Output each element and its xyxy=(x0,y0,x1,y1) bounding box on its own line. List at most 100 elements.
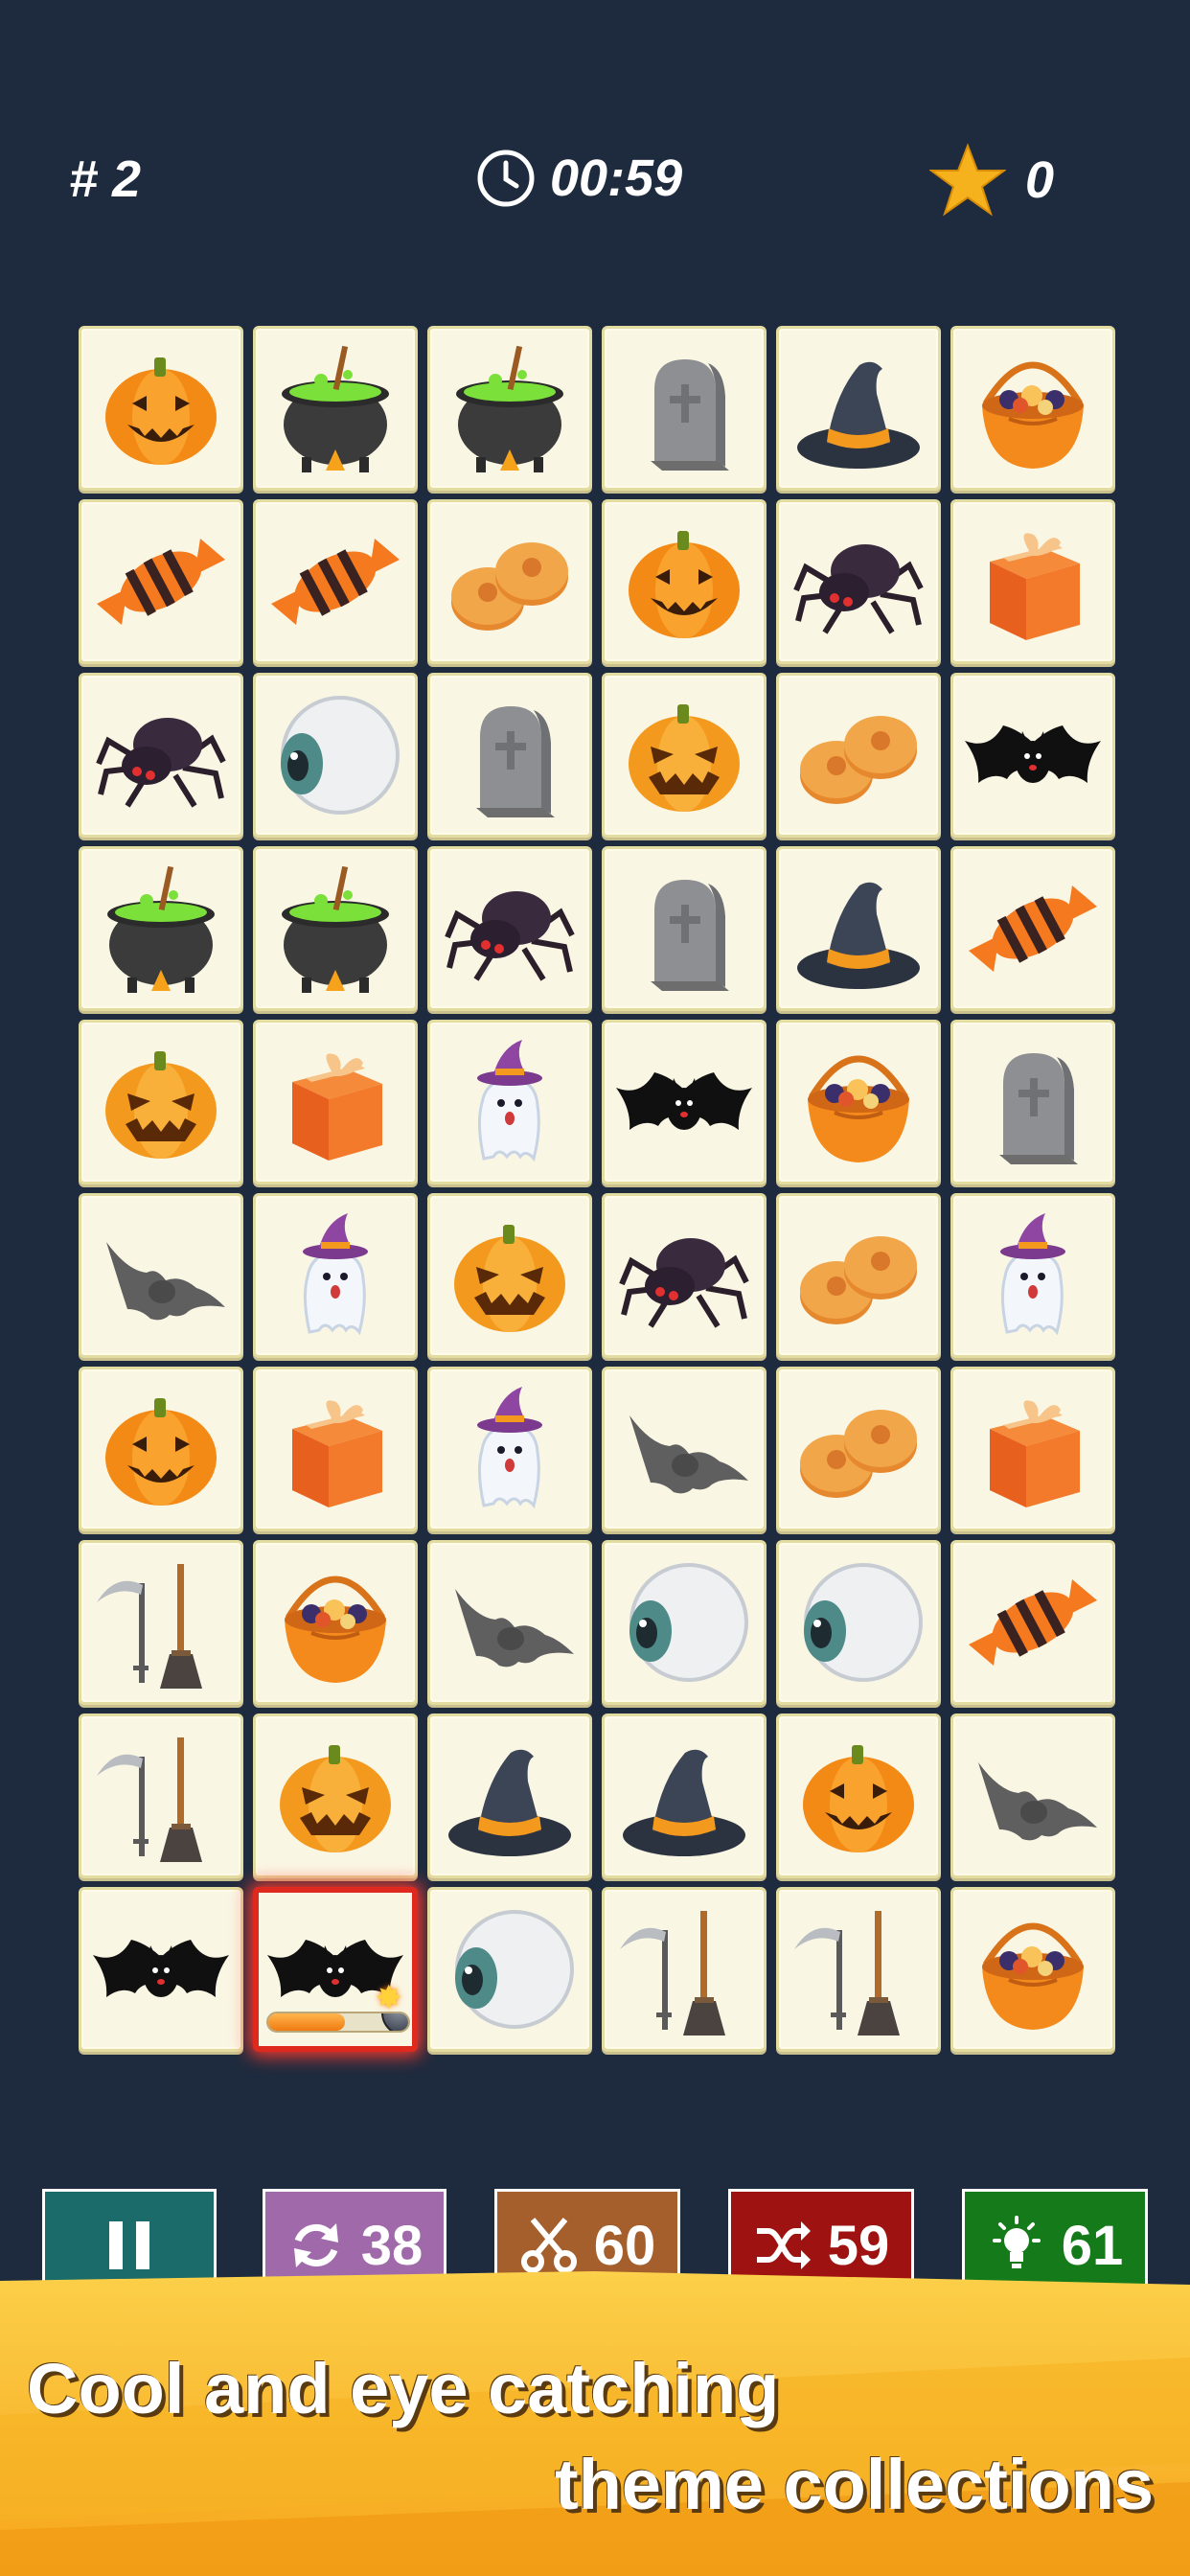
tile-scythe-broom[interactable] xyxy=(776,1887,941,2052)
ghost-icon xyxy=(477,1387,542,1509)
score: 0 xyxy=(929,142,1054,218)
cookies-icon xyxy=(451,542,568,631)
tile-cauldron[interactable] xyxy=(253,846,418,1011)
score-value: 0 xyxy=(1025,151,1055,209)
lightbulb-icon xyxy=(992,2216,1041,2268)
tile-witch-hat[interactable] xyxy=(776,326,941,491)
tile-pumpkin[interactable] xyxy=(79,326,243,491)
tile-spider[interactable] xyxy=(427,846,592,1011)
tile-bat-black[interactable]: ✸ xyxy=(253,1887,418,2052)
tile-spider[interactable] xyxy=(602,1193,767,1358)
tile-bat-gray[interactable] xyxy=(602,1367,767,1531)
witch-hat-icon xyxy=(623,1749,745,1856)
tile-gift-box[interactable] xyxy=(950,499,1115,664)
tile-tombstone[interactable] xyxy=(602,326,767,491)
candy-icon xyxy=(969,886,1097,972)
tile-candy-basket[interactable] xyxy=(253,1540,418,1705)
shuffle-count: 59 xyxy=(827,2214,890,2277)
candy-icon xyxy=(97,539,225,625)
tile-pumpkin[interactable] xyxy=(79,1367,243,1531)
tile-board: ✸ xyxy=(79,326,1115,2052)
tile-bat-black[interactable] xyxy=(79,1887,243,2052)
candy-basket-icon xyxy=(808,1055,909,1162)
tile-pumpkin-scary[interactable] xyxy=(427,1193,592,1358)
clock-icon xyxy=(477,150,535,207)
cauldron-icon xyxy=(107,865,215,993)
gift-box-icon xyxy=(990,533,1080,640)
tile-bat-gray[interactable] xyxy=(79,1193,243,1358)
tile-cookies[interactable] xyxy=(776,673,941,838)
tile-tombstone[interactable] xyxy=(602,846,767,1011)
cauldron-icon xyxy=(282,345,389,472)
tile-cookies[interactable] xyxy=(776,1367,941,1531)
tile-candy-basket[interactable] xyxy=(776,1020,941,1184)
scissors-count: 60 xyxy=(593,2214,656,2277)
pumpkin-icon xyxy=(629,531,740,638)
tile-tombstone[interactable] xyxy=(427,673,592,838)
tile-spider[interactable] xyxy=(79,673,243,838)
tile-scythe-broom[interactable] xyxy=(602,1887,767,2052)
tile-bat-black[interactable] xyxy=(602,1020,767,1184)
tile-eyeball[interactable] xyxy=(427,1887,592,2052)
tile-ghost[interactable] xyxy=(253,1193,418,1358)
tile-spider[interactable] xyxy=(776,499,941,664)
tile-witch-hat[interactable] xyxy=(776,846,941,1011)
tile-cauldron[interactable] xyxy=(427,326,592,491)
tile-ghost[interactable] xyxy=(427,1367,592,1531)
tile-bat-gray[interactable] xyxy=(427,1540,592,1705)
tile-gift-box[interactable] xyxy=(253,1020,418,1184)
tile-scythe-broom[interactable] xyxy=(79,1714,243,1878)
spider-icon xyxy=(793,544,924,634)
tile-eyeball[interactable] xyxy=(776,1540,941,1705)
gift-box-icon xyxy=(292,1053,382,1161)
tile-pumpkin-scary[interactable] xyxy=(79,1020,243,1184)
tile-pumpkin[interactable] xyxy=(776,1714,941,1878)
tile-cauldron[interactable] xyxy=(253,326,418,491)
tile-eyeball[interactable] xyxy=(253,673,418,838)
tile-witch-hat[interactable] xyxy=(602,1714,767,1878)
candy-icon xyxy=(969,1579,1097,1666)
tile-eyeball[interactable] xyxy=(602,1540,767,1705)
pumpkin-scary-icon xyxy=(280,1745,391,1852)
pumpkin-icon xyxy=(105,357,217,465)
tile-pumpkin[interactable] xyxy=(602,499,767,664)
bat-black-icon xyxy=(93,1940,229,1997)
pumpkin-icon xyxy=(803,1745,914,1852)
spark-icon: ✸ xyxy=(375,1980,403,2016)
bomb-timer-fill xyxy=(268,2013,346,2031)
cauldron-icon xyxy=(282,865,389,993)
pumpkin-scary-icon xyxy=(454,1225,565,1332)
witch-hat-icon xyxy=(797,882,920,989)
tombstone-icon xyxy=(651,880,729,991)
tile-cookies[interactable] xyxy=(776,1193,941,1358)
tile-candy[interactable] xyxy=(79,499,243,664)
tile-cookies[interactable] xyxy=(427,499,592,664)
tile-bat-black[interactable] xyxy=(950,673,1115,838)
tile-pumpkin-scary[interactable] xyxy=(602,673,767,838)
tile-gift-box[interactable] xyxy=(253,1367,418,1531)
tile-gift-box[interactable] xyxy=(950,1367,1115,1531)
bat-gray-icon xyxy=(106,1242,225,1321)
timer-value: 00:59 xyxy=(550,150,683,207)
tombstone-icon xyxy=(476,706,555,817)
refresh-count: 38 xyxy=(360,2214,423,2277)
spider-icon xyxy=(445,891,575,981)
tile-tombstone[interactable] xyxy=(950,1020,1115,1184)
tile-candy[interactable] xyxy=(950,846,1115,1011)
bat-black-icon xyxy=(616,1072,752,1130)
tile-candy-basket[interactable] xyxy=(950,1887,1115,2052)
tile-candy[interactable] xyxy=(950,1540,1115,1705)
tile-ghost[interactable] xyxy=(950,1193,1115,1358)
tile-scythe-broom[interactable] xyxy=(79,1540,243,1705)
candy-basket-icon xyxy=(285,1576,386,1683)
candy-basket-icon xyxy=(982,361,1084,469)
tile-bat-gray[interactable] xyxy=(950,1714,1115,1878)
banner-line-1: Cool and eye catching xyxy=(27,2349,780,2428)
tile-witch-hat[interactable] xyxy=(427,1714,592,1878)
tile-candy[interactable] xyxy=(253,499,418,664)
tile-cauldron[interactable] xyxy=(79,846,243,1011)
tile-candy-basket[interactable] xyxy=(950,326,1115,491)
tile-ghost[interactable] xyxy=(427,1020,592,1184)
refresh-icon xyxy=(293,2223,338,2267)
tile-pumpkin-scary[interactable] xyxy=(253,1714,418,1878)
